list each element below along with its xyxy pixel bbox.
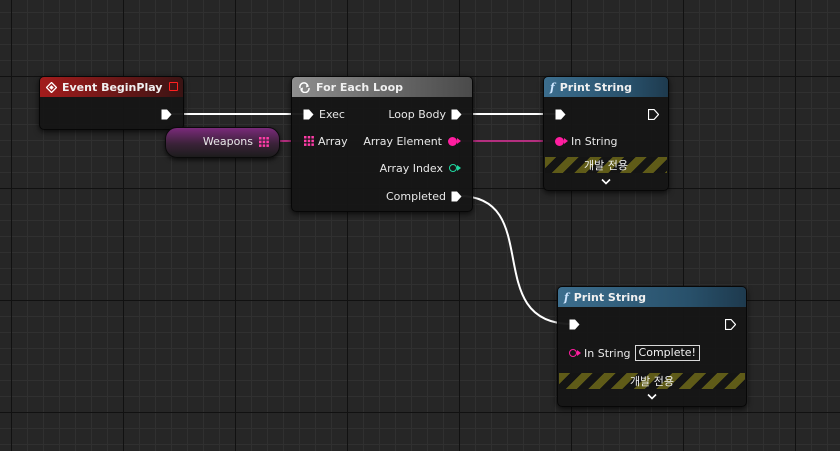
development-only-label-2: 개발 전용 xyxy=(630,375,674,388)
chevron-down-icon[interactable] xyxy=(647,393,657,401)
array-in-pin-icon[interactable] xyxy=(304,136,314,146)
print-string-2-header[interactable]: f Print String xyxy=(558,287,746,307)
development-only-banner-1: 개발 전용 xyxy=(545,157,667,173)
exec-pin-label: Exec xyxy=(319,107,345,121)
print-string-1-header[interactable]: f Print String xyxy=(544,77,668,97)
array-element-out-pin-icon[interactable] xyxy=(448,136,461,146)
completed-out-pin-icon[interactable] xyxy=(451,191,462,202)
print-string-1-exec-in-pin-icon[interactable] xyxy=(555,109,566,120)
array-out-pin-icon[interactable] xyxy=(259,137,269,147)
loop-macro-icon xyxy=(298,81,311,93)
for-each-loop-node[interactable]: For Each Loop Exec Array Loop Body Array… xyxy=(291,76,473,212)
array-pin-label: Array xyxy=(318,134,348,148)
delegate-pin-icon[interactable] xyxy=(169,82,178,91)
function-f-icon: f xyxy=(564,290,569,304)
exec-in-pin-icon[interactable] xyxy=(303,109,314,120)
print-string-2-exec-in-pin-icon[interactable] xyxy=(569,319,580,330)
weapons-variable-node[interactable]: Weapons xyxy=(165,127,280,158)
print-string-2-in-string-pin-icon[interactable] xyxy=(569,349,581,357)
loop-body-out-pin-icon[interactable] xyxy=(451,109,462,120)
array-index-pin-label: Array Index xyxy=(379,161,443,175)
print-string-node-1[interactable]: f Print String In String 개발 전용 xyxy=(543,76,669,191)
chevron-down-icon[interactable] xyxy=(601,178,611,186)
print-string-node-2[interactable]: f Print String In String Complete! 개발 전용 xyxy=(557,286,747,407)
event-beginplay-title: Event BeginPlay xyxy=(62,80,163,94)
print-string-1-in-string-label: In String xyxy=(571,134,618,148)
event-beginplay-header[interactable]: Event BeginPlay xyxy=(40,77,183,97)
exec-wire-completed-to-print2[interactable] xyxy=(458,195,573,325)
event-beginplay-node[interactable]: Event BeginPlay xyxy=(39,76,184,130)
loop-body-pin-label: Loop Body xyxy=(388,107,446,121)
weapons-variable-label: Weapons xyxy=(202,135,253,148)
diamond-event-icon xyxy=(46,81,57,93)
completed-pin-label: Completed xyxy=(386,189,446,203)
array-element-pin-label: Array Element xyxy=(363,134,442,148)
print-string-1-title: Print String xyxy=(559,80,632,94)
print-string-2-title: Print String xyxy=(573,290,646,304)
for-each-loop-title: For Each Loop xyxy=(316,80,403,94)
in-string-value-input[interactable]: Complete! xyxy=(634,345,700,361)
for-each-loop-header[interactable]: For Each Loop xyxy=(292,77,472,97)
exec-out-pin-icon[interactable] xyxy=(161,109,172,120)
development-only-label-1: 개발 전용 xyxy=(584,159,628,172)
print-string-1-exec-out-pin-icon[interactable] xyxy=(648,109,659,120)
print-string-1-in-string-pin-icon[interactable] xyxy=(555,136,568,146)
print-string-2-exec-out-pin-icon[interactable] xyxy=(725,319,736,330)
array-index-out-pin-icon[interactable] xyxy=(449,164,461,172)
development-only-banner-2: 개발 전용 xyxy=(559,373,745,389)
function-f-icon: f xyxy=(550,80,555,94)
print-string-2-in-string-label: In String xyxy=(584,346,631,360)
